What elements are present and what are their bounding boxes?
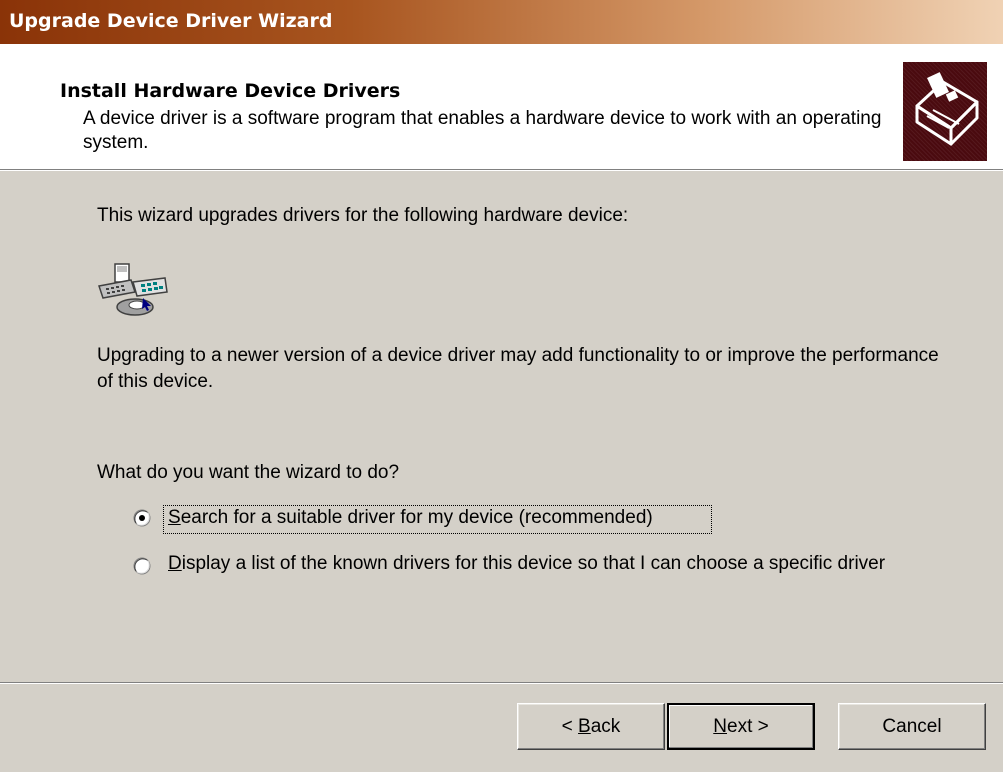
header-title: Install Hardware Device Drivers bbox=[60, 80, 401, 102]
back-button[interactable]: < Back bbox=[517, 703, 665, 750]
window-title: Upgrade Device Driver Wizard bbox=[9, 10, 333, 32]
option-display-label[interactable]: Display a list of the known drivers for … bbox=[168, 551, 948, 577]
option-search-label-rest: earch for a suitable driver for my devic… bbox=[180, 507, 653, 528]
next-button-label: Next > bbox=[713, 715, 769, 737]
accesskey-s: S bbox=[168, 507, 181, 528]
header-divider-highlight bbox=[0, 170, 1003, 171]
question-text: What do you want the wizard to do? bbox=[97, 462, 400, 483]
radio-display-list[interactable] bbox=[133, 557, 151, 575]
title-bar[interactable]: Upgrade Device Driver Wizard bbox=[0, 0, 1003, 44]
keyboard-mouse-device-icon bbox=[97, 262, 169, 318]
wizard-header: Install Hardware Device Drivers A device… bbox=[0, 44, 1003, 169]
header-description: A device driver is a software program th… bbox=[83, 108, 882, 153]
option-display-label-rest: isplay a list of the known drivers for t… bbox=[181, 553, 886, 574]
upgrade-note: Upgrading to a newer version of a device… bbox=[97, 345, 939, 392]
option-search-label[interactable]: Search for a suitable driver for my devi… bbox=[168, 505, 653, 531]
hardware-wizard-icon bbox=[903, 62, 987, 161]
footer-divider-highlight bbox=[0, 683, 1003, 684]
cancel-button[interactable]: Cancel bbox=[838, 703, 986, 750]
cancel-button-label: Cancel bbox=[882, 715, 942, 737]
wizard-window: Upgrade Device Driver Wizard Install Har… bbox=[0, 0, 1003, 772]
accesskey-d: D bbox=[168, 553, 182, 574]
back-button-label: < Back bbox=[561, 715, 621, 737]
intro-text: This wizard upgrades drivers for the fol… bbox=[97, 205, 629, 226]
next-button[interactable]: Next > bbox=[667, 703, 815, 750]
radio-search-driver[interactable] bbox=[133, 509, 151, 527]
